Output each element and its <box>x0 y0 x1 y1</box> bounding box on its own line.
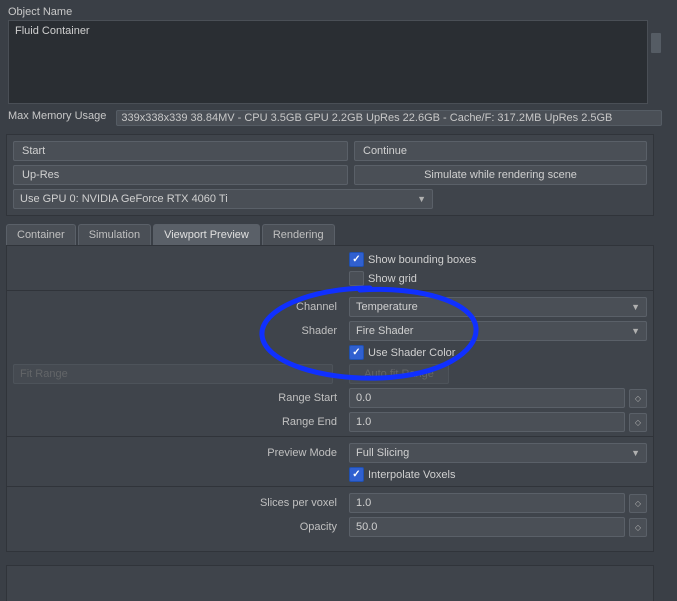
right-gutter <box>663 0 677 601</box>
chevron-down-icon: ▼ <box>631 448 640 458</box>
range-end-label: Range End <box>13 416 343 428</box>
show-bounding-boxes-checkbox[interactable]: ✓ <box>349 252 364 267</box>
interpolate-voxels-checkbox[interactable]: ✓ <box>349 467 364 482</box>
slices-per-voxel-spinner[interactable]: ◇ <box>629 494 647 513</box>
separator <box>7 290 653 291</box>
upres-button[interactable]: Up-Res <box>13 165 348 185</box>
viewport-preview-panel: ✓ Show bounding boxes Show grid Channel … <box>6 245 654 552</box>
tab-rendering[interactable]: Rendering <box>262 224 335 245</box>
channel-label: Channel <box>13 301 343 313</box>
show-grid-label: Show grid <box>368 273 417 285</box>
max-memory-label: Max Memory Usage <box>8 110 106 126</box>
simulate-while-rendering-button[interactable]: Simulate while rendering scene <box>354 165 647 185</box>
tab-viewport-preview[interactable]: Viewport Preview <box>153 224 260 245</box>
range-start-spinner[interactable]: ◇ <box>629 389 647 408</box>
object-name-field[interactable]: Fluid Container <box>8 20 648 104</box>
object-name-value: Fluid Container <box>15 25 90 37</box>
opacity-spinner[interactable]: ◇ <box>629 518 647 537</box>
shader-label: Shader <box>13 325 343 337</box>
opacity-input[interactable]: 50.0 <box>349 517 625 537</box>
opacity-label: Opacity <box>13 521 343 533</box>
fit-range-button[interactable]: Fit Range <box>13 364 333 384</box>
slices-per-voxel-label: Slices per voxel <box>13 497 343 509</box>
chevron-down-icon: ▼ <box>417 194 426 204</box>
start-button[interactable]: Start <box>13 141 348 161</box>
chevron-down-icon: ▼ <box>631 302 640 312</box>
range-start-input[interactable]: 0.0 <box>349 388 625 408</box>
show-bounding-boxes-label: Show bounding boxes <box>368 254 476 266</box>
tab-bar: Container Simulation Viewport Preview Re… <box>6 224 671 245</box>
separator <box>7 436 653 437</box>
bottom-panel <box>6 565 654 601</box>
shader-select[interactable]: Fire Shader ▼ <box>349 321 647 341</box>
object-name-label: Object Name <box>8 6 669 18</box>
preview-mode-select-value: Full Slicing <box>356 447 409 459</box>
preview-mode-label: Preview Mode <box>13 447 343 459</box>
channel-select[interactable]: Temperature ▼ <box>349 297 647 317</box>
gpu-select-value: Use GPU 0: NVIDIA GeForce RTX 4060 Ti <box>20 193 228 205</box>
continue-button[interactable]: Continue <box>354 141 647 161</box>
max-memory-value: 339x338x339 38.84MV - CPU 3.5GB GPU 2.2G… <box>116 110 662 126</box>
preview-mode-select[interactable]: Full Slicing ▼ <box>349 443 647 463</box>
show-grid-checkbox[interactable] <box>349 271 364 286</box>
sim-controls-panel: Start Continue Up-Res Simulate while ren… <box>6 134 654 216</box>
range-end-spinner[interactable]: ◇ <box>629 413 647 432</box>
interpolate-voxels-label: Interpolate Voxels <box>368 469 455 481</box>
tab-container[interactable]: Container <box>6 224 76 245</box>
shader-select-value: Fire Shader <box>356 325 413 337</box>
range-end-input[interactable]: 1.0 <box>349 412 625 432</box>
auto-fit-range-button[interactable]: Auto fit Range <box>349 364 449 384</box>
gpu-select[interactable]: Use GPU 0: NVIDIA GeForce RTX 4060 Ti ▼ <box>13 189 433 209</box>
channel-select-value: Temperature <box>356 301 418 313</box>
range-start-label: Range Start <box>13 392 343 404</box>
use-shader-color-label: Use Shader Color <box>368 347 455 359</box>
scrollbar-thumb[interactable] <box>651 33 661 53</box>
tab-simulation[interactable]: Simulation <box>78 224 151 245</box>
use-shader-color-checkbox[interactable]: ✓ <box>349 345 364 360</box>
separator <box>7 486 653 487</box>
slices-per-voxel-input[interactable]: 1.0 <box>349 493 625 513</box>
chevron-down-icon: ▼ <box>631 326 640 336</box>
